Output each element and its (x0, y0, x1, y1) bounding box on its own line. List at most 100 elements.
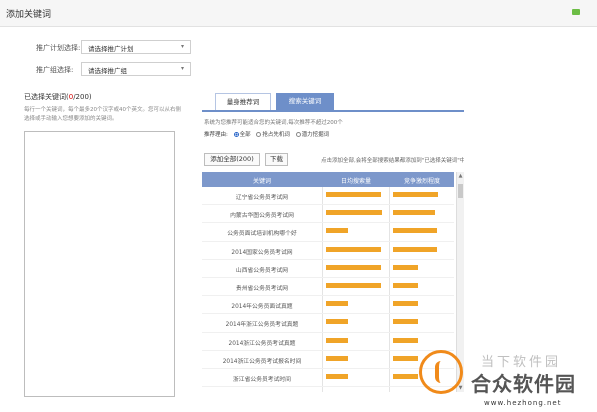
column-divider (389, 387, 390, 392)
selected-title-suffix: /200) (73, 93, 92, 101)
column-divider (322, 350, 323, 368)
keyword-cell: 山西省公务员考试网 (235, 267, 289, 274)
search-bar (326, 264, 381, 270)
radio-all[interactable] (233, 132, 239, 137)
column-divider (389, 241, 390, 259)
recommend-hint: 系统为您推荐可能适合您的关键词,每次推荐不超过200个 (204, 120, 343, 126)
column-divider (322, 332, 323, 350)
compete-bar (393, 355, 418, 361)
keyword-cell: 2014浙江公务员考试真题 (228, 340, 296, 347)
column-divider (322, 259, 323, 277)
table-row[interactable]: 辽宁省公务员考试网 (202, 187, 454, 206)
chevron-down-icon: ▾ (180, 43, 184, 50)
column-divider (322, 368, 323, 387)
compete-bar (393, 246, 437, 252)
search-bar (326, 228, 348, 234)
group-select-value: 请选择推广组 (88, 67, 127, 75)
tab-bar: 量身推荐词 搜索关键词 (202, 90, 464, 112)
column-divider (389, 296, 390, 314)
compete-bar (393, 192, 439, 197)
table-row[interactable]: 公务员面试培训机构哪个好 (202, 223, 454, 242)
column-divider (322, 314, 323, 332)
search-bar (326, 192, 381, 197)
watermark-line2: 合众软件园 (471, 372, 576, 396)
group-label: 推广组选择: (36, 66, 74, 74)
add-all-button[interactable]: 添加全部(200) (204, 153, 260, 166)
radio-potential-label: 潜力挖掘词 (301, 132, 330, 138)
column-divider (389, 314, 390, 332)
column-divider (322, 205, 323, 223)
col-search: 日均搜索量 (340, 178, 371, 185)
selected-keywords-desc: 每行一个关键词，每个最多20个汉字或40个英文。您可以从右侧选择或手动输入您想要… (24, 107, 181, 122)
plan-select-value: 请选择推广计划 (88, 45, 134, 53)
search-bar (326, 282, 381, 288)
table-header: 关键词 日均搜索量 竞争激烈程度 (202, 172, 454, 187)
selected-keywords-title: 已选择关键词(0/200) (24, 92, 92, 102)
table-row[interactable]: 2014浙江公务员考试真题 (202, 332, 454, 351)
search-bar (326, 355, 348, 361)
scroll-up-icon[interactable]: ▲ (457, 173, 464, 179)
title-bar: 添加关键词 (0, 0, 597, 27)
window-title: 添加关键词 (6, 10, 52, 20)
plan-label: 推广计划选择: (36, 44, 81, 52)
table-row[interactable]: 贵州省公务员考试网 (202, 277, 454, 297)
table-row[interactable]: 浙江省公务员考试时间 (202, 368, 454, 388)
selected-title-prefix: 已选择关键词( (24, 93, 69, 101)
column-divider (322, 223, 323, 241)
search-bar (326, 246, 381, 252)
column-divider (389, 205, 390, 223)
tab-search[interactable]: 搜索关键词 (276, 93, 334, 110)
table-row[interactable]: 内蒙古华图公务员考试网 (202, 205, 454, 224)
search-bar (326, 337, 348, 343)
radio-potential[interactable] (295, 132, 301, 137)
table-row[interactable]: 2014年浙江公务员考试真题 (202, 314, 454, 333)
col-compete: 竞争激烈程度 (403, 178, 440, 185)
table-row[interactable]: 2014年浙江公务员考试证 (202, 387, 454, 392)
keyword-cell: 贵州省公务员考试网 (235, 285, 289, 292)
watermark-url: www.hezhong.net (484, 399, 562, 407)
radio-all-label: 全部 (239, 132, 251, 138)
col-keyword: 关键词 (252, 178, 271, 185)
column-divider (322, 241, 323, 259)
scroll-thumb[interactable] (458, 184, 463, 198)
close-icon[interactable] (572, 9, 580, 15)
column-divider (389, 350, 390, 368)
tab-recommend[interactable]: 量身推荐词 (215, 93, 271, 110)
keyword-cell: 浙江省公务员考试时间 (233, 376, 291, 383)
column-divider (389, 332, 390, 350)
download-button[interactable]: 下载 (265, 153, 288, 166)
keyword-cell: 2014国家公务员考试网 (231, 249, 293, 256)
table-row[interactable]: 2014国家公务员考试网 (202, 241, 454, 260)
reason-row: 推荐理由: 全部 抢占先机词 潜力挖掘词 (204, 130, 329, 138)
compete-bar (393, 210, 436, 216)
keyword-cell: 辽宁省公务员考试网 (235, 195, 289, 201)
plan-select[interactable]: 请选择推广计划 ▾ (81, 40, 191, 54)
column-divider (322, 187, 323, 205)
column-divider (322, 277, 323, 296)
selected-keywords-textarea[interactable] (24, 131, 175, 397)
keyword-cell: 2014浙江公务员考试报名时间 (222, 358, 302, 365)
search-bar (326, 301, 348, 307)
watermark: 当下软件园 合众软件园 www.hezhong.net (419, 346, 597, 412)
column-divider (389, 368, 390, 387)
table-row[interactable]: 2014浙江公务员考试报名时间 (202, 350, 454, 369)
chevron-down-icon: ▾ (180, 65, 184, 72)
add-all-note: 点击添加全部,会将全部搜索结果都添加到"已选择关键词"中 (321, 158, 464, 164)
radio-first-label: 抢占先机词 (262, 132, 290, 138)
watermark-logo-icon (419, 350, 463, 394)
keyword-cell: 2014年浙江公务员考试真题 (225, 322, 299, 329)
compete-bar (393, 228, 437, 234)
table-row[interactable]: 2014年公务员面试真题 (202, 296, 454, 315)
column-divider (322, 387, 323, 392)
group-select[interactable]: 请选择推广组 ▾ (81, 62, 191, 76)
search-bar (326, 210, 382, 216)
compete-bar (393, 337, 418, 343)
column-divider (322, 296, 323, 314)
table-row[interactable]: 山西省公务员考试网 (202, 259, 454, 278)
keyword-cell: 内蒙古华图公务员考试网 (230, 213, 294, 220)
keyword-cell: 公务员面试培训机构哪个好 (227, 231, 297, 238)
column-divider (389, 259, 390, 277)
compete-bar (393, 264, 418, 270)
compete-bar (393, 373, 418, 379)
radio-first[interactable] (256, 132, 262, 137)
